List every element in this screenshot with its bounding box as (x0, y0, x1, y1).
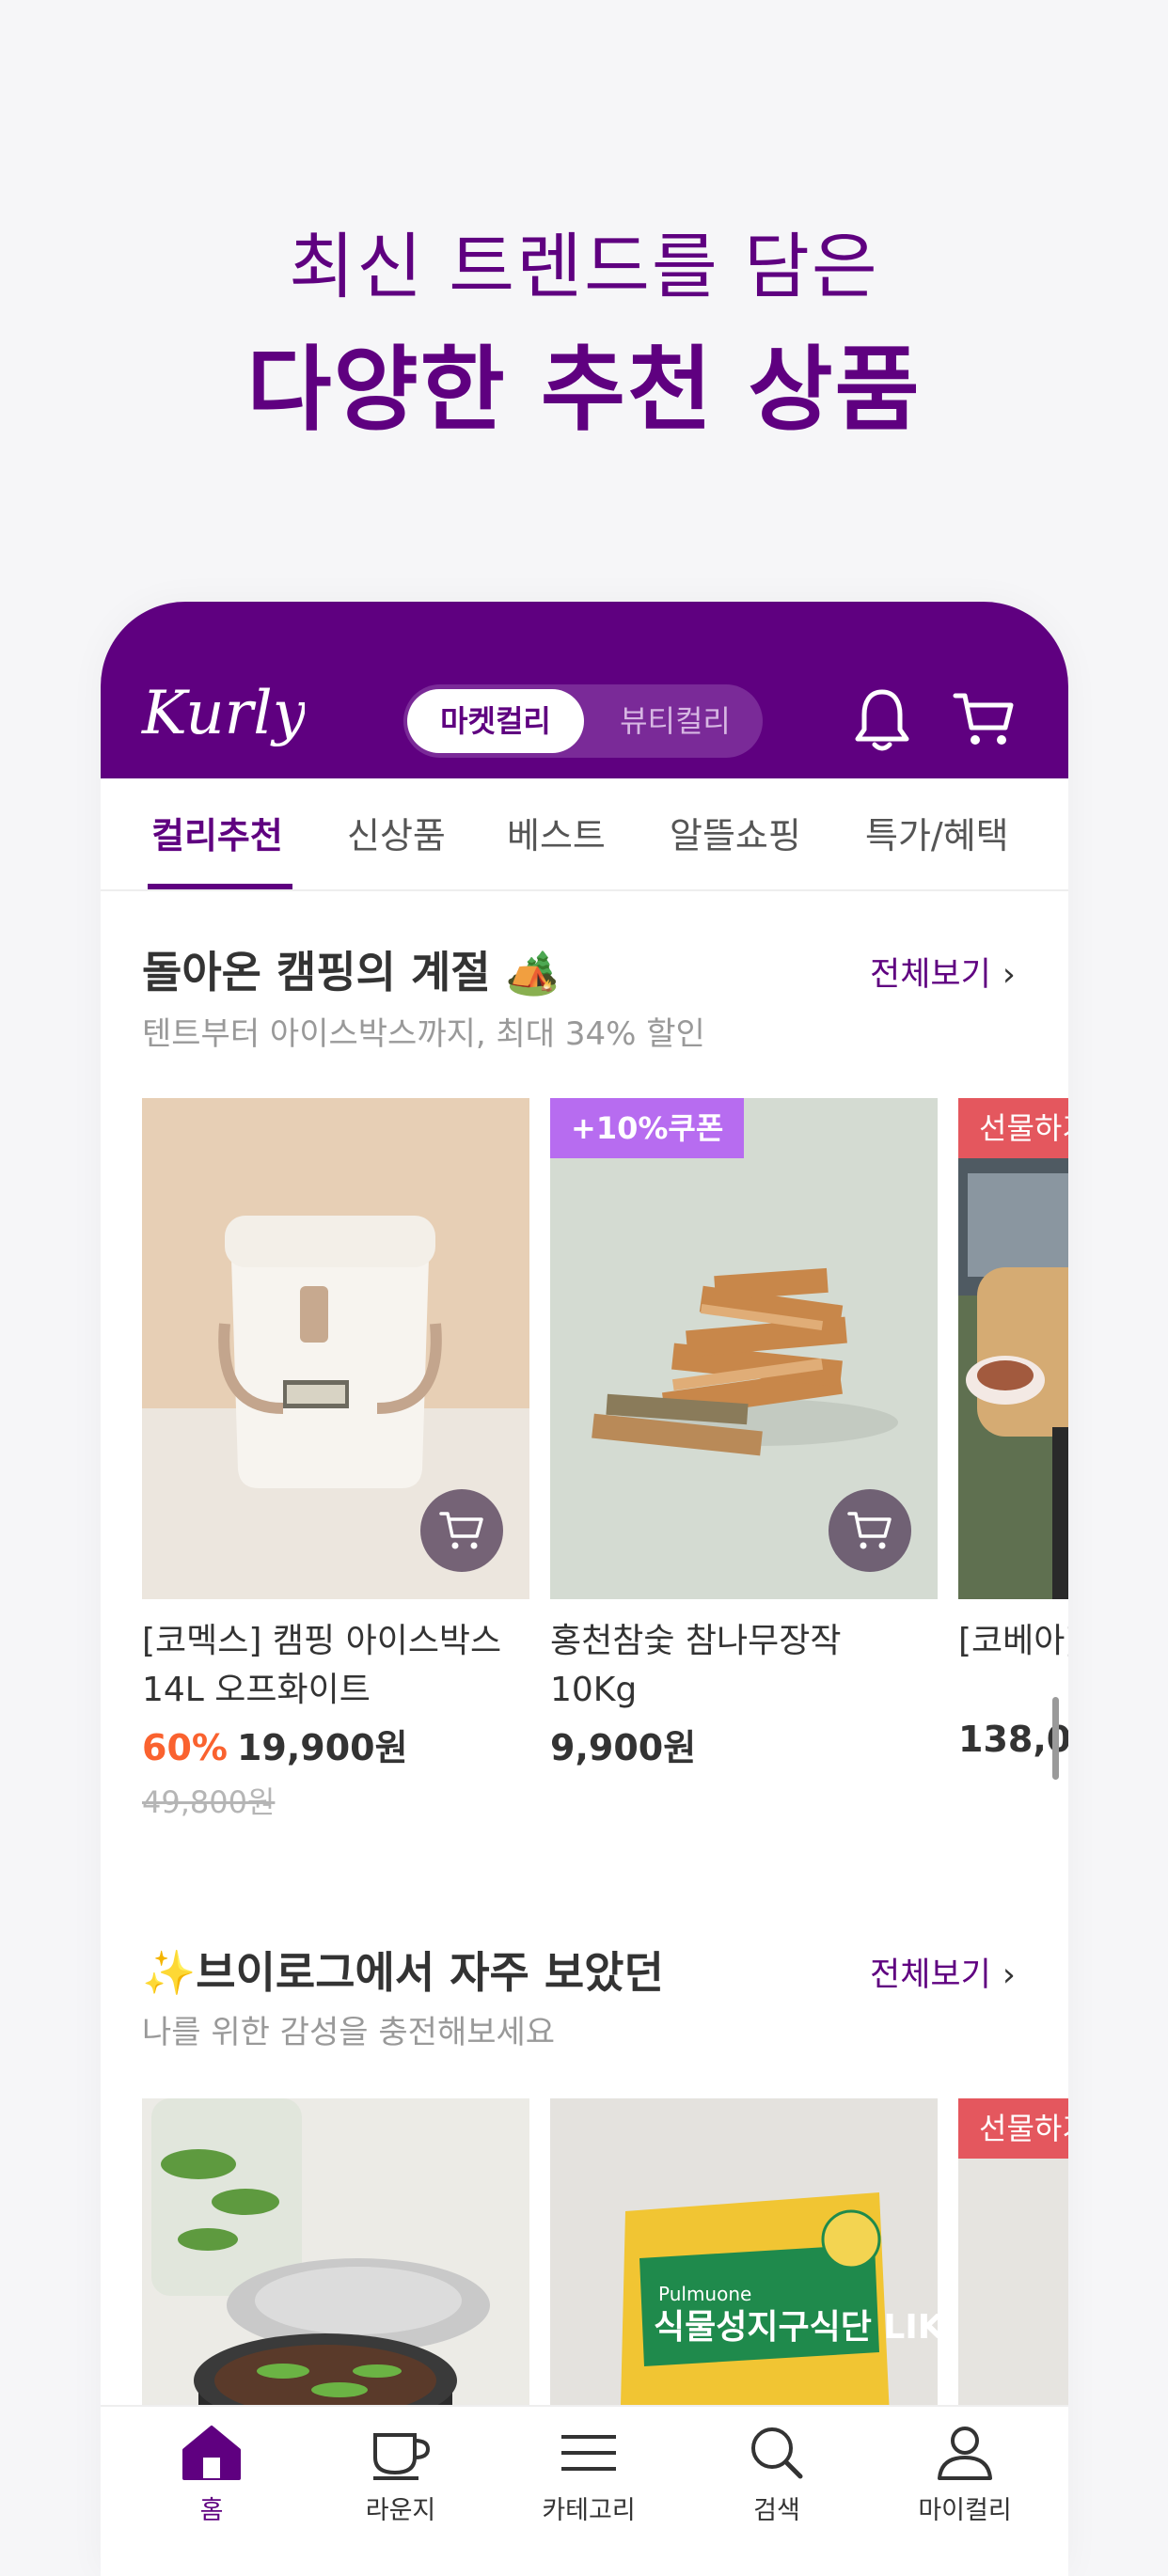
product-name: [코베아] 인원 PC (958, 1622, 1068, 1660)
section-subtitle: 텐트부터 아이스박스까지, 최대 34% 할인 (142, 1015, 705, 1053)
svg-text:Pulmuone: Pulmuone (658, 2283, 751, 2305)
product-name: 홍천참숯 참나무장작 10Kg (550, 1622, 842, 1709)
phone-mockup: Kurly 마켓컬리 뷰티컬리 컬리추천 신상품 베스트 알뜰쇼핑 특가/혜택 … (101, 602, 1068, 2576)
see-all-link[interactable]: 전체보기 › (870, 1948, 1016, 1996)
gift-badge: 선물하기 (958, 1098, 1068, 1158)
tab-bargain[interactable]: 알뜰쇼핑 (670, 807, 801, 858)
menu-icon (561, 2435, 616, 2471)
nav-my-kurly[interactable]: 마이컬리 (871, 2424, 1059, 2526)
chevron-right-icon: › (1002, 956, 1016, 994)
user-icon (938, 2427, 992, 2480)
logo-text: Kurly (141, 679, 305, 748)
section-title: ✨브이로그에서 자주 보았던 (142, 1947, 664, 1998)
promo-headline-line2: 다양한 추천 상품 (246, 337, 922, 444)
bottom-navigation: 홈 라운지 카테고리 검색 마이컬리 (101, 2405, 1068, 2576)
bell-icon[interactable] (853, 686, 911, 752)
chevron-right-icon: › (1002, 1956, 1016, 1994)
service-switch: 마켓컬리 뷰티컬리 (403, 684, 763, 758)
discount-rate: 60% (142, 1727, 228, 1768)
home-icon (182, 2426, 241, 2480)
product-price: 60% 19,900원 (142, 1727, 408, 1768)
search-icon (751, 2427, 803, 2479)
nav-category[interactable]: 카테고리 (495, 2424, 683, 2526)
tab-best[interactable]: 베스트 (507, 807, 606, 858)
svg-text:식물성지구식단 LIKE텐더: 식물성지구식단 LIKE텐더 (654, 2308, 938, 2347)
kurly-logo: Kurly (141, 679, 305, 748)
app-header: Kurly 마켓컬리 뷰티컬리 (101, 602, 1068, 778)
cart-icon (439, 1512, 483, 1549)
product-price: 9,900원 (550, 1727, 697, 1768)
nav-search[interactable]: 검색 (683, 2424, 871, 2526)
tab-market-kurly[interactable]: 마켓컬리 (407, 689, 584, 753)
tab-kurly-recommend[interactable]: 컬리추천 (151, 807, 283, 858)
coupon-badge: +10%쿠폰 (550, 1098, 745, 1158)
see-all-link[interactable]: 전체보기 › (870, 948, 1016, 996)
tab-beauty-kurly[interactable]: 뷰티컬리 (588, 684, 763, 758)
add-to-cart-button[interactable] (829, 1489, 911, 1572)
product-image (958, 1098, 1068, 1599)
cart-icon[interactable] (953, 690, 1015, 748)
active-tab-indicator (148, 884, 292, 889)
section-title: 돌아온 캠핑의 계절 🏕️ (142, 947, 560, 997)
cart-icon (847, 1512, 892, 1549)
promo-headline-line1: 최신 트렌드를 담은 (289, 225, 879, 308)
original-price: 49,800원 (142, 1784, 276, 1820)
nav-lounge[interactable]: 라운지 (307, 2424, 495, 2526)
tab-new-products[interactable]: 신상품 (347, 807, 446, 858)
nav-home[interactable]: 홈 (118, 2424, 306, 2526)
scrollbar[interactable] (1052, 1697, 1059, 1780)
category-tabs: 컬리추천 신상품 베스트 알뜰쇼핑 특가/혜택 (101, 778, 1068, 891)
product-name: [코멕스] 캠핑 아이스박스 14L 오프화이트 (142, 1622, 502, 1709)
section-subtitle: 나를 위한 감성을 충전해보세요 (142, 2014, 556, 2051)
gift-badge: 선물하기 (958, 2098, 1068, 2159)
add-to-cart-button[interactable] (420, 1489, 503, 1572)
cup-icon (373, 2433, 431, 2480)
tab-special-deals[interactable]: 특가/혜택 (865, 807, 1009, 858)
